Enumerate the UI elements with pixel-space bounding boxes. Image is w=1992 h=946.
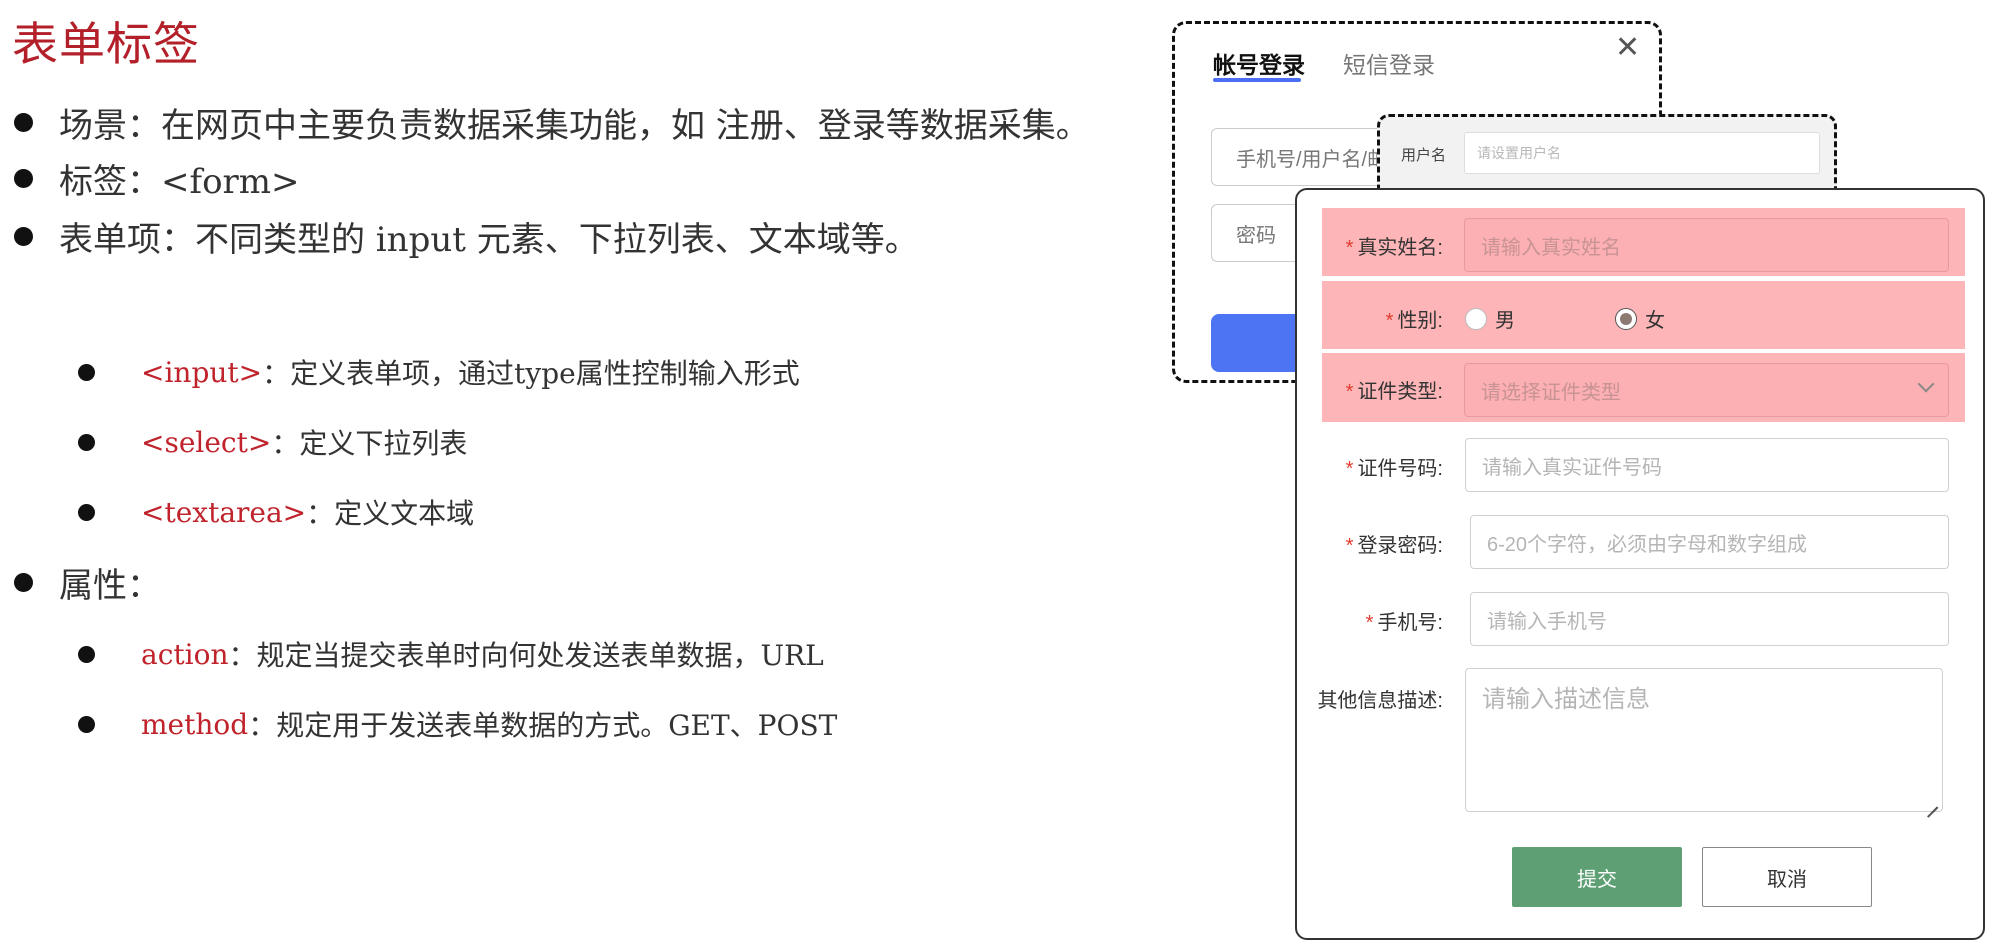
registration-form: * 真实姓名: 请输入真实姓名 * 性别: 男 女 * 证件类型: 请选择证件类型 *…: [1295, 188, 1985, 940]
bullet-input: <input> ：定义表单项，通过type属性控制输入形式: [78, 352, 800, 392]
bullet-dot: [14, 227, 33, 246]
description-label: 其他信息描述:: [1317, 690, 1443, 712]
tab-account-login[interactable]: 帐号登录: [1213, 46, 1305, 80]
bullet-text: 表单项：不同类型的 input 元素、下拉列表、文本域等。: [59, 220, 919, 260]
select-placeholder: 请选择证件类型: [1481, 381, 1621, 404]
bullet-scene: 场景：在网页中主要负责数据采集功能，如 注册、登录等数据采集。: [14, 98, 1090, 147]
bullet-dot: [78, 363, 95, 381]
bullet-text: ：规定当提交表单时向何处发送表单数据，URL: [228, 639, 824, 672]
bullet-text: 属性：: [59, 566, 161, 606]
submit-button[interactable]: 提交: [1512, 847, 1682, 907]
label-text: 性别:: [1397, 310, 1443, 332]
bullet-text: ：定义表单项，通过type属性控制输入形式: [262, 357, 800, 390]
bullet-tag: 标签：<form>: [14, 154, 300, 203]
bullet-method: method ：规定用于发送表单数据的方式。GET、POST: [78, 704, 837, 744]
required-mark: *: [1345, 237, 1354, 259]
bullet-dot: [78, 715, 95, 733]
bullet-text: 标签：<form>: [59, 162, 300, 202]
phone-label: * 手机号:: [1366, 606, 1443, 635]
textarea-placeholder: 请输入描述信息: [1482, 686, 1650, 713]
label-text: 登录密码:: [1357, 535, 1443, 557]
bullet-select: <select> ：定义下拉列表: [78, 422, 467, 462]
label-text: 证件类型:: [1357, 381, 1443, 403]
required-mark: *: [1345, 381, 1354, 403]
gender-male-option[interactable]: 男: [1465, 304, 1515, 333]
realname-input[interactable]: 请输入真实姓名: [1464, 218, 1949, 272]
idnumber-label: * 证件号码:: [1346, 452, 1443, 481]
bullet-dot: [14, 169, 33, 188]
bullet-dot: [78, 503, 95, 521]
radio-female[interactable]: [1615, 307, 1637, 330]
required-mark: *: [1385, 310, 1394, 332]
slide-title: 表单标签: [12, 17, 200, 71]
idtype-select[interactable]: 请选择证件类型: [1464, 363, 1949, 417]
idtype-label: * 证件类型:: [1346, 375, 1443, 404]
phone-input[interactable]: 请输入手机号: [1470, 592, 1949, 646]
gender-female-option[interactable]: 女: [1615, 304, 1665, 333]
bullet-action: action ：规定当提交表单时向何处发送表单数据，URL: [78, 634, 824, 674]
option-label: 女: [1645, 310, 1665, 332]
bullet-dot: [78, 645, 95, 663]
description-textarea[interactable]: 请输入描述信息: [1465, 668, 1943, 812]
code-attr: action: [141, 637, 229, 671]
idnumber-input[interactable]: 请输入真实证件号码: [1465, 438, 1949, 492]
bullet-text: ：定义文本域: [306, 497, 475, 530]
username-label: 用户名: [1401, 147, 1447, 164]
bullet-text: ：定义下拉列表: [271, 427, 468, 460]
bullet-text: ：规定用于发送表单数据的方式。GET、POST: [248, 709, 838, 742]
required-mark: *: [1365, 612, 1374, 634]
bullet-dot: [14, 113, 33, 132]
radio-male[interactable]: [1465, 307, 1487, 330]
label-text: 证件号码:: [1357, 458, 1443, 480]
radio-dot: [1620, 312, 1632, 325]
chevron-down-icon: [1917, 375, 1935, 393]
bullet-form-items: 表单项：不同类型的 input 元素、下拉列表、文本域等。: [14, 212, 919, 261]
bullet-text: 场景：在网页中主要负责数据采集功能，如 注册、登录等数据采集。: [59, 106, 1090, 146]
code-tag: <textarea>: [141, 495, 307, 529]
label-text: 真实姓名:: [1357, 237, 1443, 259]
required-mark: *: [1345, 458, 1354, 480]
cancel-button[interactable]: 取消: [1702, 847, 1872, 907]
required-mark: *: [1345, 535, 1354, 557]
code-tag: <input>: [141, 355, 263, 389]
bullet-attributes: 属性：: [14, 558, 161, 607]
bullet-textarea: <textarea> ：定义文本域: [78, 492, 474, 532]
bullet-dot: [78, 433, 95, 451]
password-label: * 登录密码:: [1346, 529, 1443, 558]
option-label: 男: [1495, 310, 1515, 332]
gender-label: * 性别:: [1386, 304, 1443, 333]
realname-label: * 真实姓名:: [1346, 231, 1443, 260]
set-username-input[interactable]: 请设置用户名: [1464, 132, 1820, 174]
code-attr: method: [141, 707, 249, 741]
code-tag: <select>: [141, 425, 272, 459]
resize-handle-icon[interactable]: [1926, 795, 1938, 807]
label-text: 手机号:: [1377, 612, 1443, 634]
active-tab-indicator: [1213, 78, 1301, 82]
login-password-input[interactable]: 6-20个字符，必须由字母和数字组成: [1470, 515, 1949, 569]
close-icon[interactable]: ✕: [1615, 30, 1640, 65]
bullet-dot: [14, 573, 33, 592]
tab-sms-login[interactable]: 短信登录: [1343, 46, 1435, 80]
